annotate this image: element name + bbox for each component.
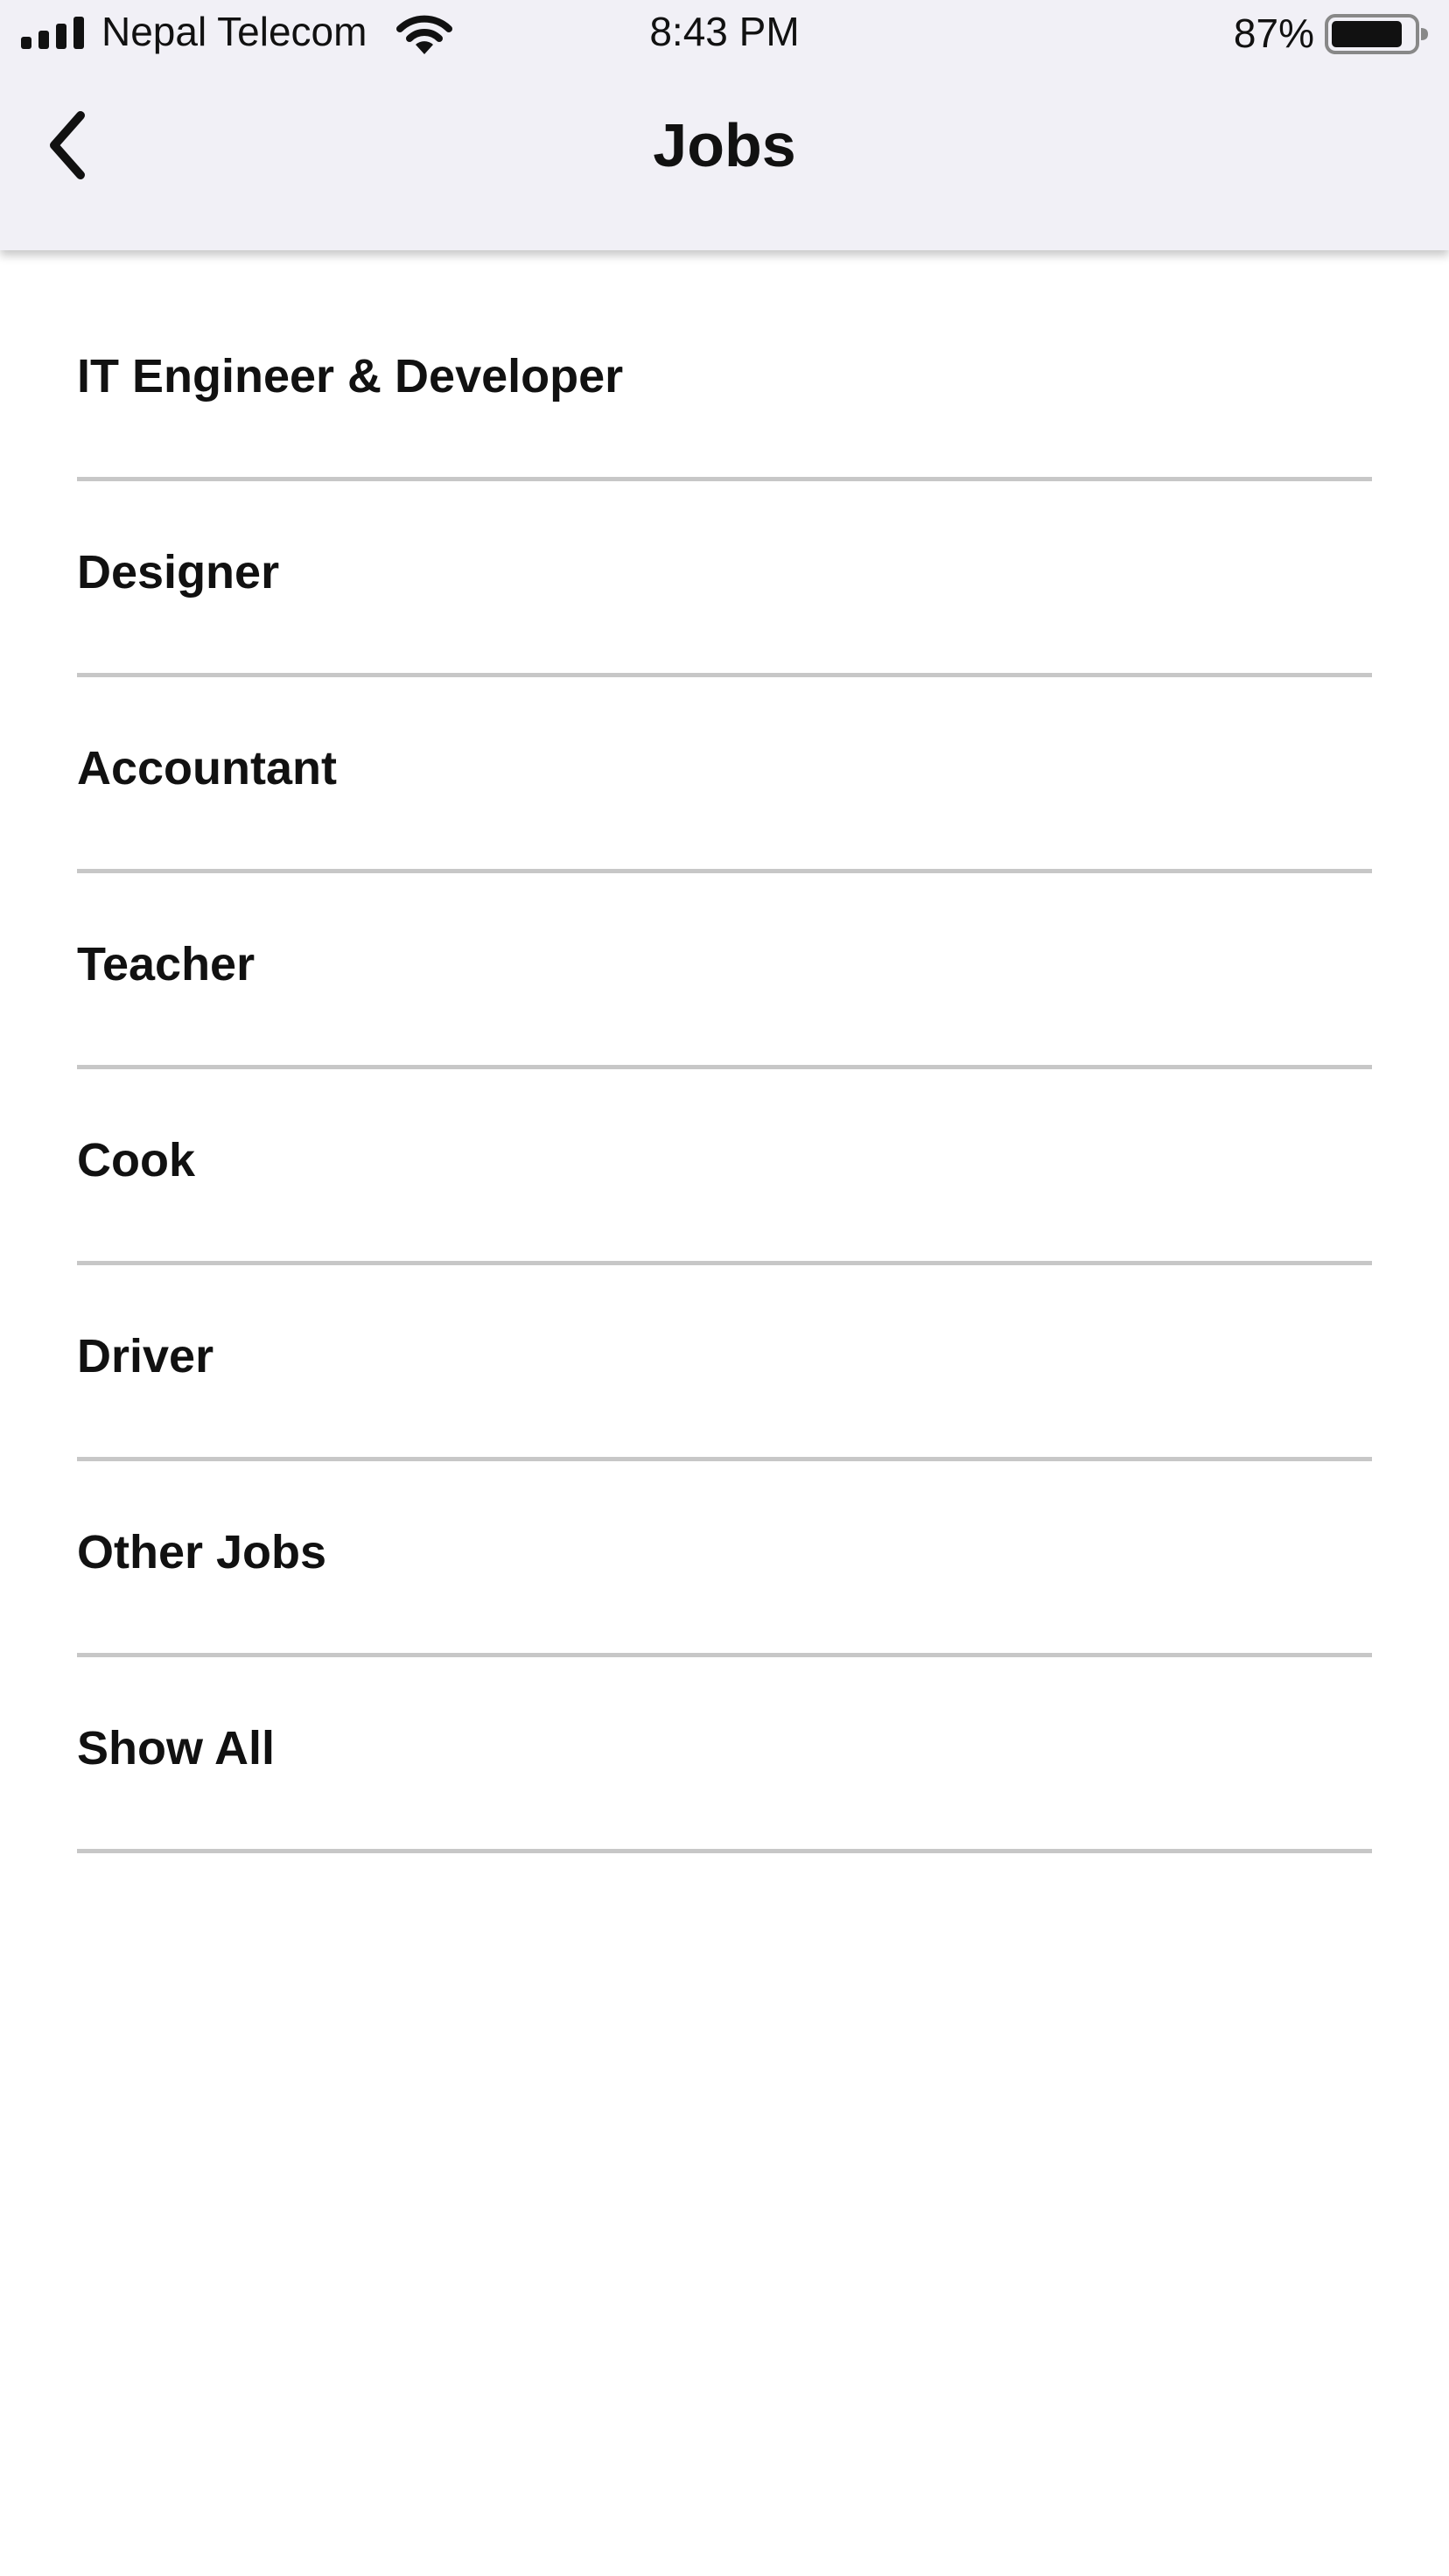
job-category-other-jobs[interactable]: Other Jobs <box>77 1461 1372 1657</box>
job-category-accountant[interactable]: Accountant <box>77 677 1372 873</box>
list-item-label: Accountant <box>77 741 337 794</box>
job-category-show-all[interactable]: Show All <box>77 1657 1372 1853</box>
page-title: Jobs <box>653 111 796 179</box>
list-item-label: Show All <box>77 1721 275 1774</box>
navigation-bar: Jobs <box>0 70 1449 250</box>
list-item-label: Designer <box>77 545 280 598</box>
job-category-cook[interactable]: Cook <box>77 1069 1372 1265</box>
jobs-list: IT Engineer & Developer Designer Account… <box>0 250 1449 1853</box>
job-category-teacher[interactable]: Teacher <box>77 873 1372 1069</box>
list-item-label: IT Engineer & Developer <box>77 349 624 402</box>
list-item-label: Other Jobs <box>77 1525 327 1578</box>
status-time: 8:43 PM <box>649 9 800 54</box>
list-item-label: Cook <box>77 1133 195 1186</box>
job-category-it-engineer-developer[interactable]: IT Engineer & Developer <box>77 250 1372 481</box>
battery-percentage: 87% <box>1233 10 1314 56</box>
top-header: Nepal Telecom 8:43 PM 87% Jobs <box>0 0 1449 250</box>
battery-icon <box>1325 14 1428 54</box>
job-category-driver[interactable]: Driver <box>77 1265 1372 1461</box>
list-item-label: Driver <box>77 1329 214 1382</box>
list-item-label: Teacher <box>77 937 256 990</box>
jobs-list-container: IT Engineer & Developer Designer Account… <box>0 250 1449 1853</box>
status-bar: Nepal Telecom 8:43 PM 87% <box>0 0 1449 70</box>
job-category-designer[interactable]: Designer <box>77 481 1372 677</box>
